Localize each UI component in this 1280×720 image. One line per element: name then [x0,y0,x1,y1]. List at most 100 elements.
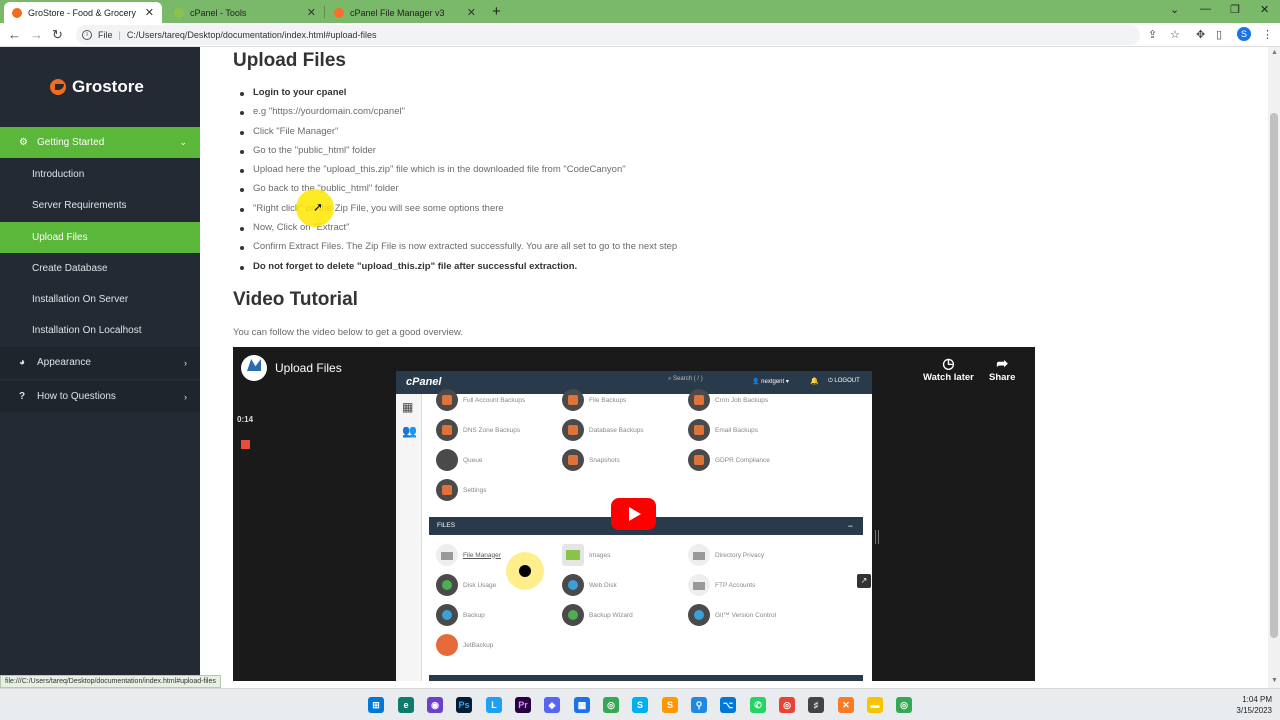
cpanel-file-item: Images [562,544,610,566]
browser-tab-bar: GroStore - Food & Grocery Lara ✕ cPanel … [0,0,1280,23]
tab-cpanel-file-manager[interactable]: cPanel File Manager v3 ✕ [326,2,484,23]
video-title[interactable]: Upload Files [275,361,342,375]
youtube-play-button[interactable] [611,498,656,530]
youtube-video-embed[interactable]: Upload Files ◷ Watch later ➦ Share 0:14 … [233,347,1035,681]
chevron-right-icon: › [184,357,187,368]
cpanel-favicon-icon [334,7,344,18]
upload-files-heading: Upload Files [233,50,346,71]
windows-start-icon[interactable]: ⊞ [368,697,384,713]
lightshot-icon[interactable]: L [486,697,502,713]
chevron-right-icon: › [184,391,187,402]
cpanel-item: Full Account Backups [436,389,525,411]
url-text[interactable]: C:/Users/tareq/Desktop/documentation/ind… [127,30,377,40]
vscode-icon[interactable]: ⌥ [720,697,736,713]
gear-icon: ⚙ [19,137,28,148]
close-window-icon[interactable]: ✕ [1260,3,1269,16]
sidebar-item-introduction[interactable]: Introduction [0,159,200,190]
bookmark-star-icon[interactable]: ☆ [1170,28,1180,41]
cpanel-logout: ⏻ LOGOUT [828,378,860,384]
premiere-icon[interactable]: Pr [515,697,531,713]
maps-pin-icon[interactable]: ⚲ [691,697,707,713]
sublime-icon[interactable]: S [662,697,678,713]
collapse-icon: − [847,521,853,531]
grostore-logo[interactable]: Grostore [50,77,144,97]
scrollbar-thumb[interactable] [1270,113,1278,638]
tab-divider [324,6,325,18]
extensions-puzzle-icon[interactable]: ✥ [1196,28,1205,41]
cpanel-item: Snapshots [562,449,620,471]
taskbar-clock[interactable]: 1:04 PM 3/15/2023 [1226,694,1272,716]
page-scrollbar[interactable]: ▲ ▼ [1268,47,1280,688]
address-toolbar: ← → ↻ i File | C:/Users/tareq/Desktop/do… [0,23,1280,47]
skype-icon[interactable]: S [632,697,648,713]
calendar-icon[interactable]: ▦ [574,697,590,713]
close-tab-icon[interactable]: ✕ [307,6,316,19]
close-tab-icon[interactable]: ✕ [145,6,154,19]
cpanel-search: ⌕ Search ( / ) [668,376,703,382]
sidebar-item-server-requirements[interactable]: Server Requirements [0,190,200,221]
cpanel-logo: cPanel [406,376,442,388]
scroll-up-icon[interactable]: ▲ [1271,49,1278,56]
cpanel-user: 👤 nextgent ▾ [752,379,789,385]
forward-arrow-icon[interactable]: → [30,27,43,42]
sidebar-section-getting-started[interactable]: ⚙ Getting Started ⌄ [0,127,200,158]
cpanel-file-item: JetBackup [436,634,493,656]
info-icon[interactable]: i [82,30,92,40]
sidebar-item-installation-on-server[interactable]: Installation On Server [0,284,200,315]
restore-icon[interactable]: ❐ [1230,3,1240,16]
upload-steps-list: Login to your cpanel e.g "https://yourdo… [240,87,677,280]
discord-icon[interactable]: ◆ [544,697,560,713]
grostore-logo-icon [50,79,66,95]
sidebar-item-upload-files[interactable]: Upload Files [0,222,200,253]
xampp-icon[interactable]: ✕ [838,697,854,713]
share-page-icon[interactable]: ⇪ [1148,28,1157,41]
sidebar-section-appearance[interactable]: ◕ Appearance › [0,347,200,378]
cpanel-file-item: Web Disk [562,574,617,596]
sidebar-section-how-to-questions[interactable]: ? How to Questions › [0,381,200,412]
whatsapp-icon[interactable]: ✆ [750,697,766,713]
windows-taskbar: ⊞ e ◉ Ps L Pr ◆ ▦ ◎ S S ⚲ ⌥ ✆ ◎ ♯ ✕ ▬ ◎ … [0,688,1280,720]
side-panel-icon[interactable]: ▯ [1216,28,1222,41]
menu-dots-icon[interactable]: ⋮ [1262,28,1273,41]
git-icon[interactable]: ♯ [808,697,824,713]
share-button[interactable]: ➦ Share [989,355,1015,383]
profile-avatar[interactable]: S [1237,27,1251,41]
recording-timer: 0:14 [237,415,254,424]
url-bar[interactable]: i File | C:/Users/tareq/Desktop/document… [76,25,1140,45]
cpanel-file-item: File Manager [436,544,501,566]
file-explorer-icon[interactable]: ▬ [867,697,883,713]
tab-grostore[interactable]: GroStore - Food & Grocery Lara ✕ [4,2,162,23]
cpanel-item: Cron Job Backups [688,389,768,411]
edge-icon[interactable]: e [398,697,414,713]
video-resize-handle [875,530,879,544]
watch-later-button[interactable]: ◷ Watch later [923,355,974,383]
channel-avatar[interactable] [241,355,267,381]
cpanel-favicon-icon [174,7,184,18]
file-label: File [98,30,113,40]
tab-search-chevron-icon[interactable]: ⌄ [1170,3,1179,16]
back-arrow-icon[interactable]: ← [8,27,21,42]
chrome-icon[interactable]: ◎ [603,697,619,713]
cpanel-left-rail: ▦ 👥 [396,394,422,681]
tab-cpanel-tools[interactable]: cPanel - Tools ✕ [166,2,324,23]
chrome-alt-icon[interactable]: ◎ [779,697,795,713]
docs-sidebar: Grostore ⚙ Getting Started ⌄ Introductio… [0,47,200,688]
cpanel-next-section-bar [429,675,863,681]
list-item: e.g "https://yourdomain.com/cpanel" [240,106,677,125]
chrome-active-icon[interactable]: ◎ [896,697,912,713]
scroll-down-icon[interactable]: ▼ [1271,677,1278,684]
list-item: Do not forget to delete "upload_this.zip… [240,261,677,280]
new-tab-button[interactable]: + [492,3,501,20]
sidebar-item-installation-on-localhost[interactable]: Installation On Localhost [0,315,200,346]
sidebar-item-create-database[interactable]: Create Database [0,253,200,284]
minimize-icon[interactable]: — [1200,3,1211,15]
grid-icon: ▦ [402,400,414,414]
cpanel-item: Queue [436,449,483,471]
photoshop-icon[interactable]: Ps [456,697,472,713]
list-item: Go to the "public_html" folder [240,145,677,164]
share-arrow-icon: ➦ [996,355,1009,371]
close-tab-icon[interactable]: ✕ [467,6,476,19]
github-icon[interactable]: ◉ [427,697,443,713]
reload-icon[interactable]: ↻ [52,27,63,43]
chart-icon[interactable]: ↗ [857,574,871,588]
